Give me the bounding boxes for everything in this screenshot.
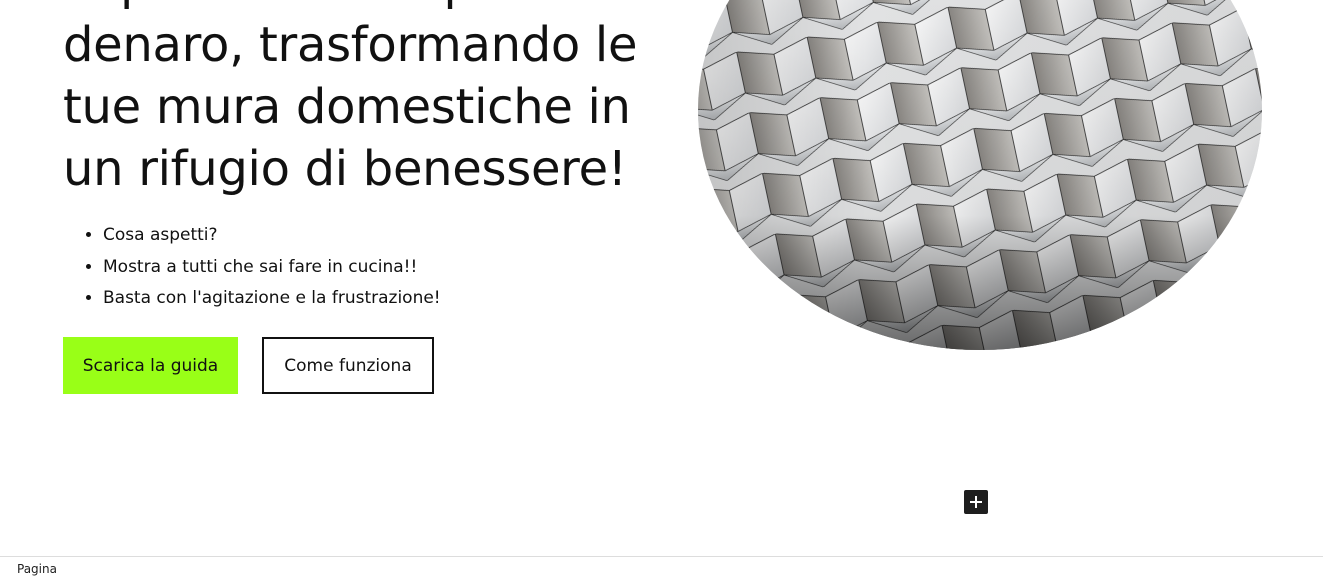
- hero-heading-line: un rifugio di benessere!: [63, 141, 627, 197]
- hero-heading-line: risparmiare tempo e: [63, 0, 683, 14]
- editor-footer: Pagina: [0, 556, 1323, 585]
- how-it-works-button[interactable]: Come funziona: [262, 337, 434, 394]
- hero-heading[interactable]: risparmiare tempo e denaro, trasformando…: [63, 0, 683, 200]
- hero-heading-line: tue mura domestiche in: [63, 79, 631, 135]
- plus-icon: [970, 496, 982, 508]
- feature-list-item: Cosa aspetti?: [103, 220, 441, 252]
- architecture-facade-photo: [698, 0, 1262, 350]
- breadcrumb-page[interactable]: Pagina: [17, 562, 57, 576]
- hero-heading-line: denaro, trasformando le: [63, 17, 638, 73]
- editor-canvas: risparmiare tempo e denaro, trasformando…: [0, 0, 1323, 585]
- download-guide-button[interactable]: Scarica la guida: [63, 337, 238, 394]
- feature-list-item: Basta con l'agitazione e la frustrazione…: [103, 283, 441, 315]
- add-block-button[interactable]: [964, 490, 988, 514]
- hero-image[interactable]: [698, 0, 1262, 350]
- feature-list-item: Mostra a tutti che sai fare in cucina!!: [103, 252, 441, 284]
- feature-list[interactable]: Cosa aspetti? Mostra a tutti che sai far…: [63, 220, 441, 315]
